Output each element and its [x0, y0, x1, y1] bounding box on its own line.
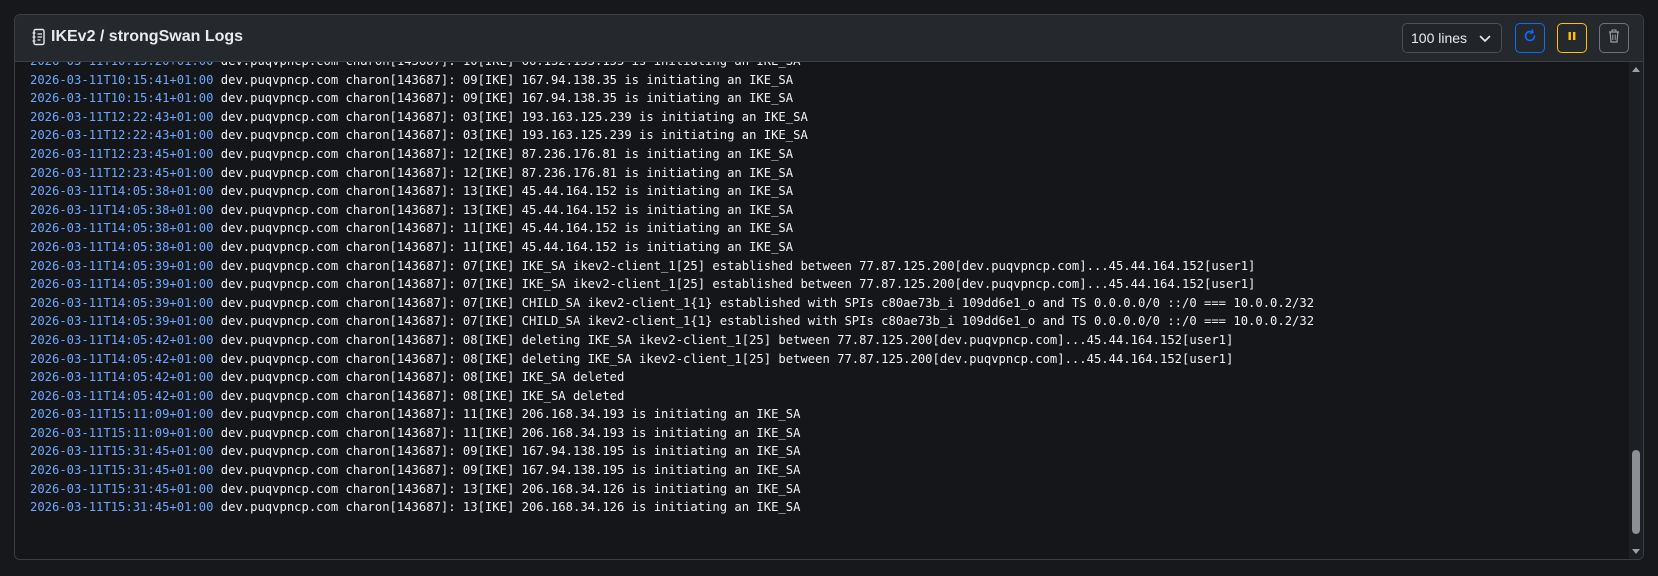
log-timestamp: 2026-03-11T15:11:09+01:00	[30, 407, 214, 422]
log-line: 2026-03-11T15:31:45+01:00 dev.puqvpncp.c…	[30, 480, 1314, 499]
log-message: dev.puqvpncp.com charon[143687]: 12[IKE]…	[220, 165, 794, 180]
log-timestamp: 2026-03-11T12:23:45+01:00	[30, 146, 214, 161]
log-line: 2026-03-11T14:05:39+01:00 dev.puqvpncp.c…	[30, 275, 1314, 294]
log-timestamp: 2026-03-11T12:22:43+01:00	[30, 128, 214, 143]
log-scrollbar[interactable]	[1629, 62, 1643, 559]
log-line: 2026-03-11T12:23:45+01:00 dev.puqvpncp.c…	[30, 164, 1314, 183]
log-message: dev.puqvpncp.com charon[143687]: 03[IKE]…	[220, 109, 808, 124]
log-message: dev.puqvpncp.com charon[143687]: 13[IKE]…	[220, 481, 801, 496]
log-message: dev.puqvpncp.com charon[143687]: 13[IKE]…	[220, 500, 801, 515]
log-message: dev.puqvpncp.com charon[143687]: 11[IKE]…	[220, 239, 794, 254]
journal-text-icon	[31, 28, 47, 46]
log-timestamp: 2026-03-11T15:31:45+01:00	[30, 444, 214, 459]
log-timestamp: 2026-03-11T14:05:39+01:00	[30, 258, 214, 273]
log-timestamp: 2026-03-11T15:31:45+01:00	[30, 481, 214, 496]
log-line: 2026-03-11T14:05:42+01:00 dev.puqvpncp.c…	[30, 387, 1314, 406]
log-line: 2026-03-11T12:23:45+01:00 dev.puqvpncp.c…	[30, 145, 1314, 164]
log-timestamp: 2026-03-11T14:05:39+01:00	[30, 277, 214, 292]
pause-button[interactable]	[1557, 23, 1587, 53]
log-message: dev.puqvpncp.com charon[143687]: 11[IKE]…	[220, 221, 794, 236]
log-message: dev.puqvpncp.com charon[143687]: 07[IKE]…	[220, 314, 1315, 329]
log-message: dev.puqvpncp.com charon[143687]: 11[IKE]…	[220, 425, 801, 440]
log-line: 2026-03-11T14:05:39+01:00 dev.puqvpncp.c…	[30, 294, 1314, 313]
log-timestamp: 2026-03-11T10:15:20+01:00	[30, 62, 213, 68]
log-timestamp: 2026-03-11T15:11:09+01:00	[30, 425, 214, 440]
panel-title: IKEv2 / strongSwan Logs	[31, 28, 243, 46]
log-line: 2026-03-11T14:05:39+01:00 dev.puqvpncp.c…	[30, 257, 1314, 276]
log-timestamp: 2026-03-11T14:05:42+01:00	[30, 351, 214, 366]
log-message: dev.puqvpncp.com charon[143687]: 07[IKE]…	[220, 258, 1256, 273]
trash-icon	[1608, 29, 1620, 48]
log-timestamp: 2026-03-11T15:31:45+01:00	[30, 500, 214, 515]
log-message: dev.puqvpncp.com charon[143687]: 09[IKE]…	[220, 463, 801, 478]
log-line: 2026-03-11T14:05:42+01:00 dev.puqvpncp.c…	[30, 368, 1314, 387]
log-message: dev.puqvpncp.com charon[143687]: 08[IKE]…	[220, 370, 625, 385]
panel-title-text: IKEv2 / strongSwan Logs	[51, 28, 244, 45]
log-message: dev.puqvpncp.com charon[143687]: 08[IKE]…	[220, 351, 1234, 366]
log-message: dev.puqvpncp.com charon[143687]: 07[IKE]…	[220, 277, 1256, 292]
log-timestamp: 2026-03-11T14:05:42+01:00	[30, 388, 214, 403]
log-timestamp: 2026-03-11T10:15:41+01:00	[30, 72, 214, 87]
log-line: 2026-03-11T14:05:38+01:00 dev.puqvpncp.c…	[30, 238, 1314, 257]
log-message: dev.puqvpncp.com charon[143687]: 09[IKE]…	[220, 444, 801, 459]
log-line: 2026-03-11T12:22:43+01:00 dev.puqvpncp.c…	[30, 108, 1314, 127]
log-line: 2026-03-11T14:05:42+01:00 dev.puqvpncp.c…	[30, 331, 1314, 350]
log-message: dev.puqvpncp.com charon[143687]: 10[IKE]…	[221, 62, 801, 68]
log-line: 2026-03-11T14:05:39+01:00 dev.puqvpncp.c…	[30, 312, 1314, 331]
log-line: 2026-03-11T10:15:41+01:00 dev.puqvpncp.c…	[30, 89, 1314, 108]
refresh-button[interactable]	[1515, 23, 1545, 53]
log-timestamp: 2026-03-11T14:05:38+01:00	[30, 202, 214, 217]
clear-button[interactable]	[1599, 23, 1629, 53]
log-line: 2026-03-11T15:11:09+01:00 dev.puqvpncp.c…	[30, 424, 1314, 443]
refresh-icon	[1523, 28, 1537, 48]
pause-icon	[1567, 29, 1577, 47]
log-message: dev.puqvpncp.com charon[143687]: 13[IKE]…	[220, 184, 794, 199]
log-message: dev.puqvpncp.com charon[143687]: 03[IKE]…	[220, 128, 808, 143]
log-message: dev.puqvpncp.com charon[143687]: 08[IKE]…	[220, 388, 625, 403]
log-message: dev.puqvpncp.com charon[143687]: 08[IKE]…	[220, 332, 1234, 347]
log-message: dev.puqvpncp.com charon[143687]: 07[IKE]…	[220, 295, 1315, 310]
log-line: 2026-03-11T14:05:38+01:00 dev.puqvpncp.c…	[30, 182, 1314, 201]
log-message: dev.puqvpncp.com charon[143687]: 12[IKE]…	[220, 146, 794, 161]
log-message: dev.puqvpncp.com charon[143687]: 13[IKE]…	[220, 202, 794, 217]
log-timestamp: 2026-03-11T14:05:38+01:00	[30, 184, 214, 199]
log-timestamp: 2026-03-11T14:05:38+01:00	[30, 221, 214, 236]
log-timestamp: 2026-03-11T14:05:42+01:00	[30, 370, 214, 385]
log-message: dev.puqvpncp.com charon[143687]: 09[IKE]…	[220, 91, 794, 106]
log-timestamp: 2026-03-11T14:05:39+01:00	[30, 314, 214, 329]
log-timestamp: 2026-03-11T12:23:45+01:00	[30, 165, 214, 180]
log-line: 2026-03-11T15:31:45+01:00 dev.puqvpncp.c…	[30, 461, 1314, 480]
scroll-up-arrow-icon[interactable]	[1632, 67, 1640, 72]
panel-header: IKEv2 / strongSwan Logs 100 lines	[15, 15, 1643, 62]
log-line: 2026-03-11T10:15:41+01:00 dev.puqvpncp.c…	[30, 71, 1314, 90]
log-timestamp: 2026-03-11T10:15:41+01:00	[30, 91, 214, 106]
log-line: 2026-03-11T15:31:45+01:00 dev.puqvpncp.c…	[30, 442, 1314, 461]
lines-select-value: 100 lines	[1411, 30, 1468, 46]
header-controls: 100 lines	[1402, 23, 1629, 53]
log-message: dev.puqvpncp.com charon[143687]: 09[IKE]…	[220, 72, 794, 87]
chevron-down-icon	[1479, 30, 1491, 46]
log-output[interactable]: 2026-03-11T10:15:20+01:00 dev.puqvpncp.c…	[15, 62, 1643, 559]
log-timestamp: 2026-03-11T14:05:38+01:00	[30, 239, 214, 254]
log-line: 2026-03-11T14:05:38+01:00 dev.puqvpncp.c…	[30, 219, 1314, 238]
log-timestamp: 2026-03-11T14:05:39+01:00	[30, 295, 214, 310]
logs-panel: IKEv2 / strongSwan Logs 100 lines 2026-0…	[14, 14, 1644, 560]
log-line: 2026-03-11T15:11:09+01:00 dev.puqvpncp.c…	[30, 405, 1314, 424]
scrollbar-thumb[interactable]	[1632, 450, 1640, 534]
log-message: dev.puqvpncp.com charon[143687]: 11[IKE]…	[220, 407, 801, 422]
log-line: 2026-03-11T14:05:42+01:00 dev.puqvpncp.c…	[30, 350, 1314, 369]
log-line: 2026-03-11T15:31:45+01:00 dev.puqvpncp.c…	[30, 498, 1314, 517]
log-line: 2026-03-11T14:05:38+01:00 dev.puqvpncp.c…	[30, 201, 1314, 220]
log-line: 2026-03-11T12:22:43+01:00 dev.puqvpncp.c…	[30, 126, 1314, 145]
log-lines: 2026-03-11T10:15:20+01:00 dev.puqvpncp.c…	[30, 62, 1314, 517]
log-timestamp: 2026-03-11T15:31:45+01:00	[30, 463, 214, 478]
log-timestamp: 2026-03-11T12:22:43+01:00	[30, 109, 214, 124]
lines-select[interactable]: 100 lines	[1402, 23, 1502, 53]
log-line: 2026-03-11T10:15:20+01:00 dev.puqvpncp.c…	[30, 62, 1314, 71]
scroll-down-arrow-icon[interactable]	[1632, 549, 1640, 554]
log-timestamp: 2026-03-11T14:05:42+01:00	[30, 332, 214, 347]
